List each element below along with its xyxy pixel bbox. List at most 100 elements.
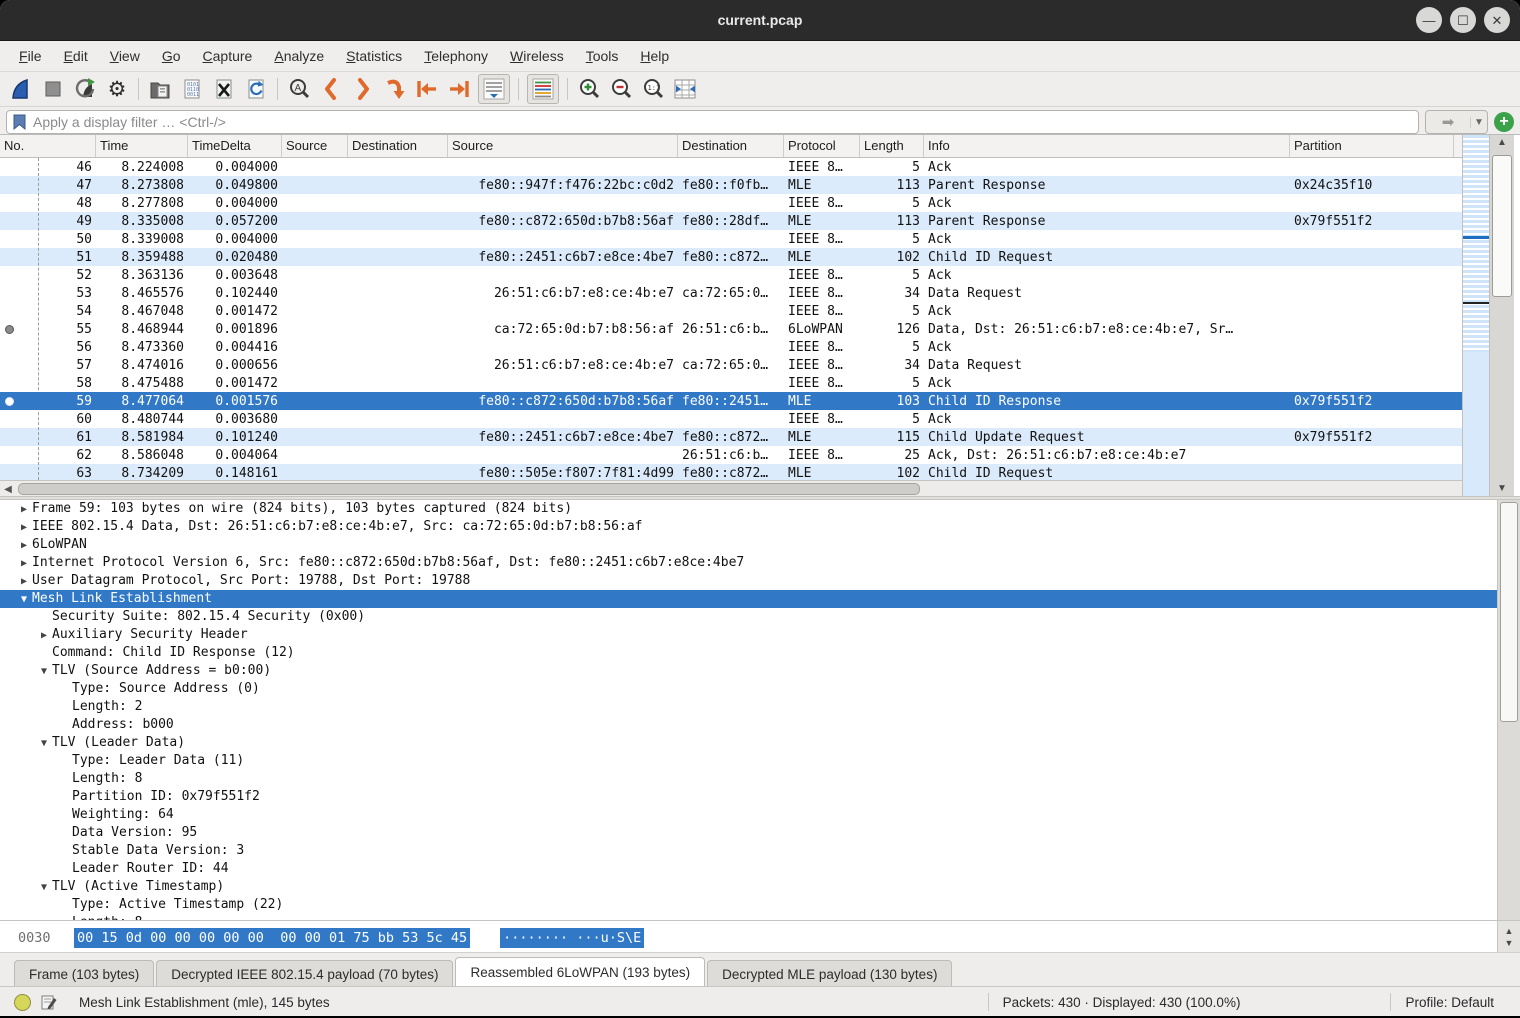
detail-line[interactable]: Type: Active Timestamp (22) <box>0 896 1497 914</box>
packet-row-53[interactable]: 538.4655760.10244026:51:c6:b7:e8:ce:4b:e… <box>0 284 1462 302</box>
go-forward-button[interactable] <box>348 75 378 103</box>
column-header-destination-6[interactable]: Destination <box>678 135 784 157</box>
detail-line[interactable]: Length: 2 <box>0 698 1497 716</box>
stop-capture-button[interactable] <box>38 75 68 103</box>
column-header-no-0[interactable]: No. <box>0 135 96 157</box>
packet-row-60[interactable]: 608.4807440.003680IEEE 8…5Ack <box>0 410 1462 428</box>
auto-scroll-toggle[interactable] <box>478 74 510 104</box>
detail-line[interactable]: ▼Mesh Link Establishment <box>0 590 1497 608</box>
apply-filter-button[interactable]: ➡ ▼ <box>1425 110 1488 134</box>
packet-row-55[interactable]: 558.4689440.001896ca:72:65:0d:b7:b8:56:a… <box>0 320 1462 338</box>
hex-vscrollbar[interactable]: ▲▼ <box>1497 921 1520 953</box>
menu-item-wireless[interactable]: Wireless <box>499 44 575 68</box>
detail-line[interactable]: Weighting: 64 <box>0 806 1497 824</box>
horizontal-scrollbar[interactable]: ◀ <box>0 480 1462 497</box>
expander-closed-icon[interactable]: ▶ <box>36 627 52 645</box>
go-to-packet-button[interactable] <box>380 75 410 103</box>
column-header-protocol-7[interactable]: Protocol <box>784 135 860 157</box>
menu-item-tools[interactable]: Tools <box>575 44 630 68</box>
zoom-out-button[interactable] <box>606 75 636 103</box>
capture-comment-icon[interactable] <box>41 994 57 1010</box>
restart-capture-button[interactable] <box>70 75 100 103</box>
go-first-packet-button[interactable] <box>412 75 442 103</box>
minimize-button[interactable]: — <box>1416 7 1442 33</box>
detail-line[interactable]: Data Version: 95 <box>0 824 1497 842</box>
detail-line[interactable]: Leader Router ID: 44 <box>0 860 1497 878</box>
detail-line[interactable]: ▶Frame 59: 103 bytes on wire (824 bits),… <box>0 500 1497 518</box>
expander-closed-icon[interactable]: ▶ <box>16 573 32 591</box>
packet-row-62[interactable]: 628.5860480.00406426:51:c6:b…IEEE 8…25Ac… <box>0 446 1462 464</box>
column-header-length-8[interactable]: Length <box>860 135 924 157</box>
packet-row-46[interactable]: 468.2240080.004000IEEE 8…5Ack <box>0 158 1462 176</box>
detail-line[interactable]: Stable Data Version: 3 <box>0 842 1497 860</box>
column-header-info-9[interactable]: Info <box>924 135 1290 157</box>
expander-closed-icon[interactable]: ▶ <box>16 519 32 537</box>
scroll-down-arrow-icon[interactable]: ▼ <box>1505 937 1514 949</box>
expander-open-icon[interactable]: ▼ <box>16 591 32 609</box>
detail-line[interactable]: Security Suite: 802.15.4 Security (0x00) <box>0 608 1497 626</box>
column-header-source-3[interactable]: Source <box>282 135 348 157</box>
packet-list-vscroll-track[interactable] <box>1490 151 1514 481</box>
reload-button[interactable] <box>241 75 271 103</box>
scroll-left-arrow-icon[interactable]: ◀ <box>0 484 16 495</box>
byte-tab-frame-103-bytes[interactable]: Frame (103 bytes) <box>14 960 154 987</box>
packet-row-57[interactable]: 578.4740160.00065626:51:c6:b7:e8:ce:4b:e… <box>0 356 1462 374</box>
byte-tab-decrypted-mle-payload-130-bytes[interactable]: Decrypted MLE payload (130 bytes) <box>707 960 952 987</box>
close-button[interactable]: ✕ <box>1484 7 1510 33</box>
packet-row-48[interactable]: 488.2778080.004000IEEE 8…5Ack <box>0 194 1462 212</box>
expander-open-icon[interactable]: ▼ <box>36 735 52 753</box>
detail-line[interactable]: ▶IEEE 802.15.4 Data, Dst: 26:51:c6:b7:e8… <box>0 518 1497 536</box>
hex-bytes-selected[interactable]: 00 15 0d 00 00 00 00 00 00 00 01 75 bb 5… <box>74 928 470 948</box>
filter-dropdown-caret-icon[interactable]: ▼ <box>1470 117 1487 128</box>
detail-line[interactable]: Type: Source Address (0) <box>0 680 1497 698</box>
display-filter-input[interactable]: Apply a display filter … <Ctrl-/> <box>6 110 1419 134</box>
menu-item-help[interactable]: Help <box>629 44 680 68</box>
packet-list-vscroll-thumb[interactable] <box>1492 155 1512 297</box>
expander-closed-icon[interactable]: ▶ <box>16 501 32 519</box>
packet-row-54[interactable]: 548.4670480.001472IEEE 8…5Ack <box>0 302 1462 320</box>
expert-info-icon[interactable] <box>14 994 31 1011</box>
hex-ascii-selected[interactable]: ········ ···u·S\E <box>500 928 644 948</box>
scroll-down-arrow-icon[interactable]: ▼ <box>1497 481 1507 497</box>
packet-row-50[interactable]: 508.3390080.004000IEEE 8…5Ack <box>0 230 1462 248</box>
column-header-destination-4[interactable]: Destination <box>348 135 448 157</box>
detail-line[interactable]: Command: Child ID Response (12) <box>0 644 1497 662</box>
scroll-up-arrow-icon[interactable]: ▲ <box>1505 925 1514 937</box>
capture-options-button[interactable]: ⚙ <box>102 75 132 103</box>
profile-label[interactable]: Profile: Default <box>1405 995 1494 1010</box>
horizontal-scrollbar-thumb[interactable] <box>18 483 920 495</box>
start-capture-button[interactable] <box>6 75 36 103</box>
detail-line[interactable]: ▶Internet Protocol Version 6, Src: fe80:… <box>0 554 1497 572</box>
titlebar[interactable]: current.pcap — ☐ ✕ <box>0 0 1520 41</box>
menu-item-go[interactable]: Go <box>151 44 192 68</box>
packet-row-47[interactable]: 478.2738080.049800fe80::947f:f476:22bc:c… <box>0 176 1462 194</box>
packet-row-59[interactable]: 598.4770640.001576fe80::c872:650d:b7b8:5… <box>0 392 1462 410</box>
detail-line[interactable]: ▼TLV (Source Address = b0:00) <box>0 662 1497 680</box>
colorize-toggle[interactable] <box>527 74 559 104</box>
open-file-button[interactable] <box>145 75 175 103</box>
packet-row-51[interactable]: 518.3594880.020480fe80::2451:c6b7:e8ce:4… <box>0 248 1462 266</box>
detail-line[interactable]: Type: Leader Data (11) <box>0 752 1497 770</box>
packet-row-61[interactable]: 618.5819840.101240fe80::2451:c6b7:e8ce:4… <box>0 428 1462 446</box>
scroll-up-arrow-icon[interactable]: ▲ <box>1497 135 1507 151</box>
packet-row-58[interactable]: 588.4754880.001472IEEE 8…5Ack <box>0 374 1462 392</box>
add-filter-button-plus-icon[interactable]: + <box>1494 112 1514 132</box>
packet-row-49[interactable]: 498.3350080.057200fe80::c872:650d:b7b8:5… <box>0 212 1462 230</box>
column-header-time-1[interactable]: Time <box>96 135 188 157</box>
detail-line[interactable]: Partition ID: 0x79f551f2 <box>0 788 1497 806</box>
expander-closed-icon[interactable]: ▶ <box>16 537 32 555</box>
find-packet-button[interactable]: A <box>284 75 314 103</box>
expander-open-icon[interactable]: ▼ <box>36 879 52 897</box>
detail-vscrollbar[interactable] <box>1497 500 1520 920</box>
expander-closed-icon[interactable]: ▶ <box>16 555 32 573</box>
go-back-button[interactable] <box>316 75 346 103</box>
column-header-timedelta-2[interactable]: TimeDelta <box>188 135 282 157</box>
detail-line[interactable]: ▶6LoWPAN <box>0 536 1497 554</box>
detail-line[interactable]: Address: b000 <box>0 716 1497 734</box>
column-header-partition-10[interactable]: Partition <box>1290 135 1454 157</box>
detail-vscroll-thumb[interactable] <box>1500 502 1518 722</box>
byte-tab-reassembled-6lowpan-193-bytes[interactable]: Reassembled 6LoWPAN (193 bytes) <box>455 957 705 987</box>
detail-line[interactable]: ▼TLV (Leader Data) <box>0 734 1497 752</box>
go-last-packet-button[interactable] <box>444 75 474 103</box>
expander-open-icon[interactable]: ▼ <box>36 663 52 681</box>
